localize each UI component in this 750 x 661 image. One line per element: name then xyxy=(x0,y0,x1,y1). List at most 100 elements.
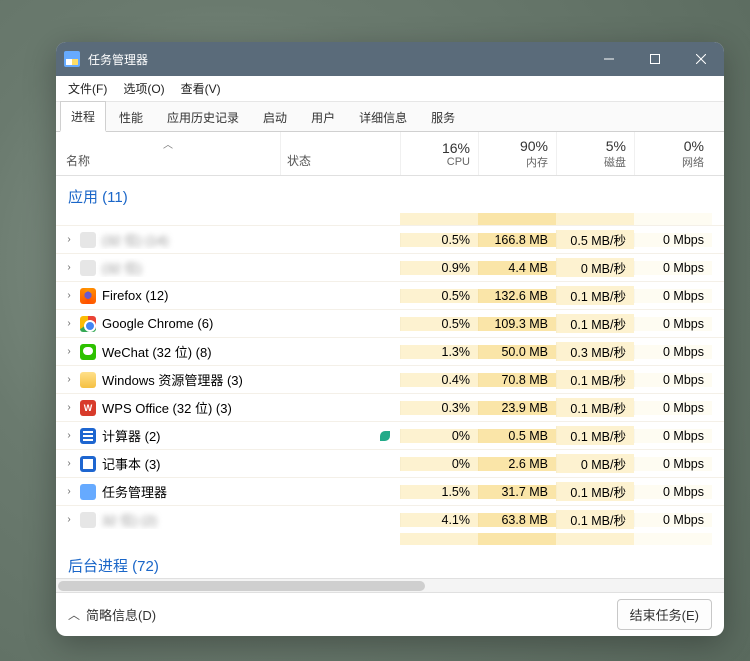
header-net-pct: 0% xyxy=(684,138,704,154)
cell-disk: 0.1 MB/秒 xyxy=(556,314,634,333)
cell-disk: 0.1 MB/秒 xyxy=(556,510,634,529)
process-name: WeChat (32 位) (8) xyxy=(102,342,212,361)
process-row[interactable]: ›WeChat (32 位) (8)1.3%50.0 MB0.3 MB/秒0 M… xyxy=(56,337,724,365)
process-row[interactable]: ›(32 位)0.9%4.4 MB0 MB/秒0 Mbps xyxy=(56,253,724,281)
expand-icon[interactable]: › xyxy=(62,514,76,525)
cell-net: 0 Mbps xyxy=(634,289,712,303)
process-name: Windows 资源管理器 (3) xyxy=(102,370,243,389)
tab-users[interactable]: 用户 xyxy=(300,102,346,131)
expand-icon[interactable]: › xyxy=(62,486,76,497)
end-task-button[interactable]: 结束任务(E) xyxy=(617,599,712,630)
cell-mem: 132.6 MB xyxy=(478,289,556,303)
scrollbar-thumb[interactable] xyxy=(58,581,425,591)
group-background[interactable]: 后台进程 (72) xyxy=(56,545,724,578)
expand-icon[interactable]: › xyxy=(62,234,76,245)
header-disk-label: 磁盘 xyxy=(604,154,626,170)
group-apps[interactable]: 应用 (11) xyxy=(56,176,724,213)
cell-mem: 50.0 MB xyxy=(478,345,556,359)
header-mem[interactable]: 90% 内存 xyxy=(478,132,556,175)
process-row[interactable]: ›记事本 (3)0%2.6 MB0 MB/秒0 Mbps xyxy=(56,449,724,477)
cell-disk: 0.3 MB/秒 xyxy=(556,342,634,361)
calc-icon xyxy=(80,428,96,444)
process-row[interactable]: ›任务管理器1.5%31.7 MB0.1 MB/秒0 Mbps xyxy=(56,477,724,505)
blank-icon xyxy=(80,512,96,528)
expand-icon[interactable]: › xyxy=(62,346,76,357)
header-name-label: 名称 xyxy=(66,152,90,169)
header-cpu[interactable]: 16% CPU xyxy=(400,132,478,175)
cell-mem: 31.7 MB xyxy=(478,485,556,499)
expand-icon[interactable]: › xyxy=(62,402,76,413)
chrome-icon xyxy=(80,316,96,332)
minimize-button[interactable] xyxy=(586,42,632,76)
menu-view[interactable]: 查看(V) xyxy=(173,77,229,100)
cell-disk: 0.1 MB/秒 xyxy=(556,426,634,445)
header-status[interactable]: 状态 xyxy=(280,132,400,175)
menu-file[interactable]: 文件(F) xyxy=(60,77,115,100)
cell-cpu: 1.5% xyxy=(400,485,478,499)
horizontal-scrollbar[interactable] xyxy=(56,578,724,592)
cell-disk: 0.1 MB/秒 xyxy=(556,286,634,305)
expand-icon[interactable]: › xyxy=(62,290,76,301)
tab-app-history[interactable]: 应用历史记录 xyxy=(156,102,250,131)
expand-icon[interactable]: › xyxy=(62,430,76,441)
wps-icon: W xyxy=(80,400,96,416)
tab-performance[interactable]: 性能 xyxy=(108,102,154,131)
expand-icon[interactable]: › xyxy=(62,318,76,329)
expand-icon[interactable]: › xyxy=(62,458,76,469)
process-name: 记事本 (3) xyxy=(102,454,161,473)
header-status-label: 状态 xyxy=(287,152,311,169)
process-row[interactable]: ›计算器 (2)0%0.5 MB0.1 MB/秒0 Mbps xyxy=(56,421,724,449)
process-name: Firefox (12) xyxy=(102,288,168,303)
cell-net: 0 Mbps xyxy=(634,513,712,527)
menu-options[interactable]: 选项(O) xyxy=(115,77,172,100)
blank-icon xyxy=(80,232,96,248)
header-cpu-pct: 16% xyxy=(442,140,470,156)
cell-disk: 0.5 MB/秒 xyxy=(556,230,634,249)
tab-processes[interactable]: 进程 xyxy=(60,101,106,132)
cell-cpu: 0.5% xyxy=(400,233,478,247)
titlebar[interactable]: 任务管理器 xyxy=(56,42,724,76)
cell-net: 0 Mbps xyxy=(634,429,712,443)
fewer-details-button[interactable]: ︿ 简略信息(D) xyxy=(68,605,156,624)
process-row[interactable]: ›WWPS Office (32 位) (3)0.3%23.9 MB0.1 MB… xyxy=(56,393,724,421)
task-manager-window: 任务管理器 文件(F) 选项(O) 查看(V) 进程 性能 应用历史记录 启动 … xyxy=(56,42,724,636)
process-row[interactable]: ›Google Chrome (6)0.5%109.3 MB0.1 MB/秒0 … xyxy=(56,309,724,337)
process-name: 32 位) (2) xyxy=(102,510,157,529)
cell-mem: 63.8 MB xyxy=(478,513,556,527)
process-row[interactable]: ›(32 位) (14)0.5%166.8 MB0.5 MB/秒0 Mbps xyxy=(56,225,724,253)
header-name[interactable]: ︿ 名称 xyxy=(56,132,280,175)
cell-mem: 23.9 MB xyxy=(478,401,556,415)
cell-cpu: 4.1% xyxy=(400,513,478,527)
tab-services[interactable]: 服务 xyxy=(420,102,466,131)
footer: ︿ 简略信息(D) 结束任务(E) xyxy=(56,592,724,636)
cell-mem: 0.5 MB xyxy=(478,429,556,443)
column-headers: ︿ 名称 状态 16% CPU 90% 内存 5% 磁盘 0% 网络 xyxy=(56,132,724,176)
cell-net: 0 Mbps xyxy=(634,373,712,387)
header-cpu-label: CPU xyxy=(447,156,470,168)
cell-cpu: 0.4% xyxy=(400,373,478,387)
cell-net: 0 Mbps xyxy=(634,457,712,471)
process-row[interactable]: › 32 位) (2) 4.1%63.8 MB0.1 MB/秒0 Mbps xyxy=(56,505,724,533)
process-status xyxy=(280,431,400,441)
tab-startup[interactable]: 启动 xyxy=(252,102,298,131)
expand-icon[interactable]: › xyxy=(62,374,76,385)
cell-net: 0 Mbps xyxy=(634,401,712,415)
header-disk[interactable]: 5% 磁盘 xyxy=(556,132,634,175)
process-row[interactable]: ›Windows 资源管理器 (3)0.4%70.8 MB0.1 MB/秒0 M… xyxy=(56,365,724,393)
tab-details[interactable]: 详细信息 xyxy=(348,102,418,131)
sort-ascending-icon: ︿ xyxy=(163,136,173,151)
expand-icon[interactable]: › xyxy=(62,262,76,273)
header-net[interactable]: 0% 网络 xyxy=(634,132,712,175)
cell-disk: 0.1 MB/秒 xyxy=(556,398,634,417)
process-name: (32 位) (14) xyxy=(102,230,168,249)
maximize-button[interactable] xyxy=(632,42,678,76)
process-list[interactable]: 应用 (11) ›(32 位) (14)0.5%166.8 MB0.5 MB/秒… xyxy=(56,176,724,578)
cell-cpu: 0% xyxy=(400,429,478,443)
cell-cpu: 0% xyxy=(400,457,478,471)
close-button[interactable] xyxy=(678,42,724,76)
header-disk-pct: 5% xyxy=(606,138,626,154)
cell-net: 0 Mbps xyxy=(634,485,712,499)
wechat-icon xyxy=(80,344,96,360)
cell-mem: 70.8 MB xyxy=(478,373,556,387)
process-row[interactable]: ›Firefox (12)0.5%132.6 MB0.1 MB/秒0 Mbps xyxy=(56,281,724,309)
